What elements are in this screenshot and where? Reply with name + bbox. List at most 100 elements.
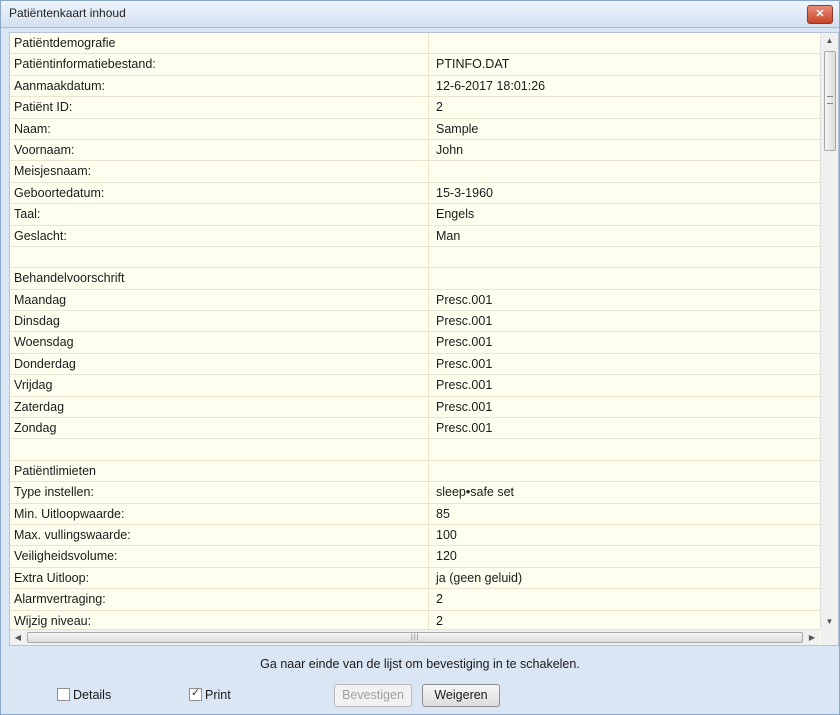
row-value: 2 xyxy=(436,592,443,607)
horizontal-scroll-thumb[interactable]: ||| xyxy=(27,632,803,643)
row-label: Taal: xyxy=(14,207,41,222)
details-checkbox-box[interactable] xyxy=(57,688,70,701)
row-label: Zaterdag xyxy=(14,399,65,414)
row-value: sleep•safe set xyxy=(436,485,515,500)
list-item: Patiëntinformatiebestand: PTINFO.DAT xyxy=(10,54,820,76)
row-value: Presc.001 xyxy=(436,292,493,307)
list-item: Veiligheidsvolume: 120 xyxy=(10,546,820,568)
row-label: Veiligheidsvolume: xyxy=(14,549,118,564)
list-item: Taal: Engels xyxy=(10,204,820,226)
row-value: Presc.001 xyxy=(436,421,493,436)
row-label: Aanmaakdatum: xyxy=(14,78,106,93)
list-item: Patiëntdemografie xyxy=(10,33,820,55)
list-item: Wijzig niveau: 2 xyxy=(10,610,820,630)
row-label: Wijzig niveau: xyxy=(14,613,92,628)
reject-button[interactable]: Weigeren xyxy=(422,684,500,707)
row-value: PTINFO.DAT xyxy=(436,57,510,72)
list-item: Voornaam: John xyxy=(10,139,820,162)
list-item: Dinsdag Presc.001 xyxy=(10,311,820,333)
row-label: Vrijdag xyxy=(14,378,53,393)
list-item: Extra Uitloop: ja (geen geluid) xyxy=(10,567,820,590)
list-item xyxy=(10,246,820,269)
row-label: Geboortedatum: xyxy=(14,185,105,200)
row-value: 100 xyxy=(436,527,457,542)
row-value: Presc.001 xyxy=(436,335,493,350)
row-label: Naam: xyxy=(14,121,51,136)
list-item: Type instellen: sleep•safe set xyxy=(10,482,820,504)
list-item: Meisjesnaam: xyxy=(10,161,820,183)
row-value: 120 xyxy=(436,549,457,564)
row-value: John xyxy=(436,142,464,157)
row-value: 12-6-2017 18:01:26 xyxy=(436,78,546,93)
row-label: Voornaam: xyxy=(14,142,75,157)
vertical-scrollbar[interactable]: ▲ ▼ xyxy=(820,33,838,630)
details-label: Details xyxy=(73,688,112,702)
row-label: Max. vullingswaarde: xyxy=(14,527,131,542)
scroll-up-icon[interactable]: ▲ xyxy=(821,33,838,49)
list-item: Alarmvertraging: 2 xyxy=(10,589,820,611)
scroll-hint-message: Ga naar einde van de lijst om bevestigin… xyxy=(260,657,580,671)
scroll-right-icon[interactable]: ▶ xyxy=(804,630,820,645)
title-bar[interactable]: Patiëntenkaart inhoud ✕ xyxy=(1,1,839,28)
details-checkbox[interactable]: Details xyxy=(57,688,111,702)
list-item: Naam: Sample xyxy=(10,118,820,140)
list-item: Vrijdag Presc.001 xyxy=(10,375,820,397)
scroll-down-icon[interactable]: ▼ xyxy=(821,614,838,630)
list-item: Patiënt ID: 2 xyxy=(10,97,820,119)
content-panel: Patiëntdemografie Patiëntinformatiebestan… xyxy=(9,32,839,646)
row-label: Extra Uitloop: xyxy=(14,570,90,585)
list-item: Maandag Presc.001 xyxy=(10,289,820,312)
print-label: Print xyxy=(205,688,231,702)
print-checkbox[interactable]: ✓ Print xyxy=(189,687,231,702)
row-value: Sample xyxy=(436,121,479,136)
row-value: Presc.001 xyxy=(436,356,493,371)
row-label: Alarmvertraging: xyxy=(14,592,106,607)
vertical-scroll-thumb[interactable] xyxy=(824,51,836,151)
window-title: Patiëntenkaart inhoud xyxy=(9,6,126,20)
list-item: Donderdag Presc.001 xyxy=(10,353,820,376)
list-item: Zondag Presc.001 xyxy=(10,418,820,440)
list-item: Behandelvoorschrift xyxy=(10,268,820,290)
row-value: Presc.001 xyxy=(436,314,493,329)
patient-card-dialog: Patiëntenkaart inhoud ✕ Patiëntdemografi… xyxy=(0,0,840,715)
row-value: 85 xyxy=(436,506,450,521)
row-label: Min. Uitloopwaarde: xyxy=(14,506,125,521)
row-value: 2 xyxy=(436,100,443,115)
confirm-button[interactable]: Bevestigen xyxy=(334,684,412,707)
row-label: Zondag xyxy=(14,421,57,436)
list-item: Min. Uitloopwaarde: 85 xyxy=(10,503,820,525)
row-label: Patiëntinformatiebestand: xyxy=(14,57,156,72)
row-label: Patiënt ID: xyxy=(14,100,73,115)
row-value: 2 xyxy=(436,613,443,628)
list-item: Geslacht: Man xyxy=(10,225,820,247)
list-item: Geboortedatum: 15-3-1960 xyxy=(10,182,820,205)
list-item: Aanmaakdatum: 12-6-2017 18:01:26 xyxy=(10,75,820,98)
row-label: Patiëntdemografie xyxy=(14,36,116,50)
row-value: Presc.001 xyxy=(436,378,493,393)
list-item: Zaterdag Presc.001 xyxy=(10,396,820,419)
row-label: Woensdag xyxy=(14,335,74,350)
row-label: Patiëntlimieten xyxy=(14,463,96,478)
list-item: Max. vullingswaarde: 100 xyxy=(10,524,820,547)
close-icon[interactable]: ✕ xyxy=(807,5,833,24)
row-label: Maandag xyxy=(14,292,67,307)
scroll-left-icon[interactable]: ◀ xyxy=(10,630,26,645)
scrollbar-corner xyxy=(821,630,838,645)
patient-info-list: Patiëntdemografie Patiëntinformatiebestan… xyxy=(10,33,820,630)
row-label: Behandelvoorschrift xyxy=(14,271,125,286)
list-item: Woensdag Presc.001 xyxy=(10,332,820,354)
row-label: Dinsdag xyxy=(14,314,60,329)
print-checkbox-box[interactable]: ✓ xyxy=(189,687,202,701)
row-value: ja (geen geluid) xyxy=(436,570,523,585)
row-value: Man xyxy=(436,228,461,243)
row-label: Geslacht: xyxy=(14,228,67,243)
row-value: Engels xyxy=(436,207,475,222)
row-label: Donderdag xyxy=(14,356,76,371)
horizontal-scrollbar[interactable]: ◀ ||| ▶ xyxy=(10,629,820,645)
row-value: 15-3-1960 xyxy=(436,185,493,200)
row-label: Meisjesnaam: xyxy=(14,164,92,179)
list-item: Patiëntlimieten xyxy=(10,460,820,483)
list-item xyxy=(10,439,820,461)
row-label: Type instellen: xyxy=(14,485,94,500)
row-value: Presc.001 xyxy=(436,399,493,414)
